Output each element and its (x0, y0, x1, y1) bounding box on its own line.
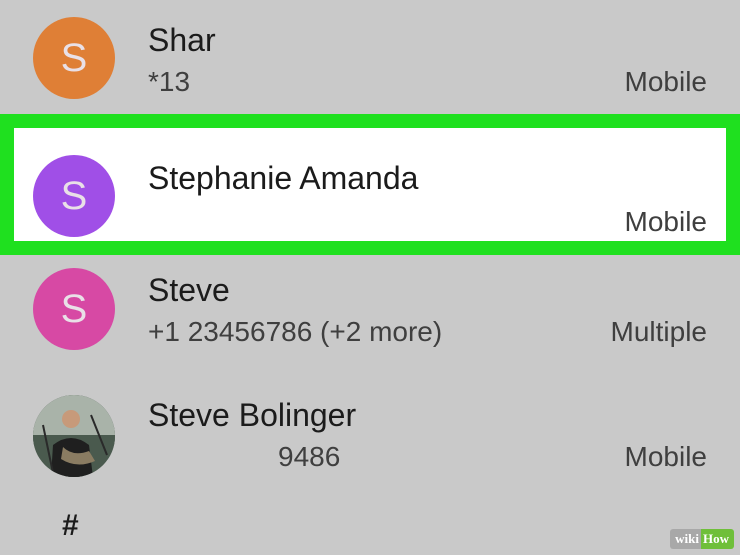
contact-row-steve-bolinger[interactable]: Steve Bolinger 9486 Mobile (0, 380, 740, 495)
contact-avatar: S (33, 268, 115, 350)
person-photo-icon (33, 395, 115, 477)
contact-number-type: Mobile (624, 206, 707, 237)
contact-number: +1 23456786 (+2 more) (148, 316, 443, 347)
contact-row-steve[interactable]: S Steve +1 23456786 (+2 more) Multiple (0, 255, 740, 370)
contact-row-stephanie-amanda[interactable]: S Stephanie Amanda Mobile (0, 114, 740, 255)
wikihow-watermark: wiki How (670, 529, 734, 549)
avatar-initial: S (60, 173, 88, 218)
contact-number: 9486 (278, 441, 341, 472)
contact-row-shar[interactable]: S Shar *13 Mobile (0, 0, 740, 115)
photo-avatar-icon (33, 395, 115, 477)
watermark-wiki: wiki (670, 529, 701, 549)
contact-list: S Shar *13 Mobile S Stephanie Amanda Mob… (0, 0, 740, 555)
contact-name: Steve (148, 272, 230, 308)
avatar-initial: S (60, 286, 88, 331)
contact-name: Steve Bolinger (148, 397, 357, 433)
contact-avatar: S (33, 155, 115, 237)
contact-number-type: Mobile (624, 66, 707, 97)
contact-number: *13 (148, 66, 191, 97)
section-header: # (62, 509, 79, 542)
contact-number-type: Multiple (610, 316, 707, 347)
contact-avatar: S (33, 17, 115, 99)
avatar-initial: S (60, 35, 88, 80)
contact-number-type: Mobile (624, 441, 707, 472)
contact-name: Shar (148, 22, 216, 58)
contact-name: Stephanie Amanda (148, 160, 419, 196)
watermark-how: How (701, 529, 734, 549)
